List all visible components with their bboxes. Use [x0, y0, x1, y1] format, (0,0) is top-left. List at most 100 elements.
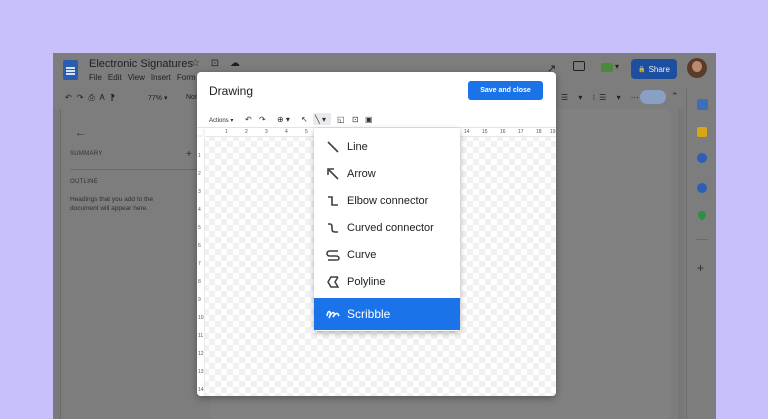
menu-view[interactable]: View	[128, 73, 145, 82]
tasks-icon[interactable]	[697, 153, 707, 163]
scribble-icon	[325, 307, 341, 321]
lock-icon: 🔒	[638, 66, 646, 73]
add-addon-icon[interactable]: +	[697, 261, 704, 275]
docs-logo-icon[interactable]	[63, 60, 78, 80]
menu-item-label: Elbow connector	[347, 194, 429, 207]
menu-item-label: Line	[347, 140, 368, 153]
ruler-tick: 3	[265, 129, 268, 135]
share-label: Share	[648, 64, 670, 74]
outline-label: OUTLINE	[70, 179, 99, 185]
style-select[interactable]: Nor	[186, 94, 197, 101]
avatar[interactable]	[687, 58, 707, 78]
outline-panel: ← SUMMARY + OUTLINE Headings that you ad…	[61, 109, 201, 419]
menu-insert[interactable]: Insert	[151, 73, 171, 82]
save-and-close-button[interactable]: Save and close	[468, 81, 543, 100]
menu-item-label: Polyline	[347, 275, 386, 288]
ruler-tick: 17	[518, 129, 524, 135]
menu-format[interactable]: Form	[177, 73, 196, 82]
ruler-tick: 5	[305, 129, 308, 135]
polyline-icon	[325, 275, 341, 289]
ruler-tick: 8	[198, 279, 201, 285]
zoom-caret-icon: ▾	[163, 95, 168, 102]
menu-item-curve[interactable]: Curve	[314, 241, 460, 268]
menu-item-polyline[interactable]: Polyline	[314, 268, 460, 295]
menu-item-line[interactable]: Line	[314, 133, 460, 160]
contacts-icon[interactable]	[697, 183, 707, 193]
ruler-tick: 15	[482, 129, 488, 135]
menu-item-elbow-connector[interactable]: Elbow connector	[314, 187, 460, 214]
document-title[interactable]: Electronic Signatures	[89, 58, 193, 70]
zoom-icon[interactable]: ⊕ ▾	[277, 115, 290, 124]
vertical-ruler	[53, 109, 61, 419]
vertical-ruler: 1 2 3 4 5 6 7 8 9 10 11 12 13 14	[197, 137, 205, 396]
meet-caret-icon[interactable]: ▾	[615, 62, 619, 71]
ruler-tick: 16	[500, 129, 506, 135]
select-icon[interactable]: ↖	[301, 115, 308, 124]
toolbar-edit-icons[interactable]: ↶↷⎙Ꭺ⁋	[65, 93, 119, 103]
menu-item-scribble[interactable]: Scribble	[314, 298, 460, 330]
ruler-tick: 7	[198, 261, 201, 267]
menu-item-label: Curved connector	[347, 221, 434, 234]
undo-icon[interactable]: ↶	[245, 115, 252, 124]
ruler-tick: 5	[198, 225, 201, 231]
ruler-tick: 11	[198, 333, 204, 339]
maps-icon[interactable]	[696, 209, 708, 221]
arrow-icon	[325, 167, 341, 181]
redo-icon[interactable]: ↷	[259, 115, 266, 124]
ruler-tick: 1	[225, 129, 228, 135]
summary-label: SUMMARY	[70, 151, 103, 157]
menu-item-label: Curve	[347, 248, 377, 261]
keep-icon[interactable]	[697, 127, 707, 137]
ruler-tick: 3	[198, 189, 201, 195]
menu-item-label: Scribble	[347, 307, 391, 321]
ruler-tick: 18	[536, 129, 542, 135]
menu-edit[interactable]: Edit	[108, 73, 122, 82]
ruler-tick: 13	[198, 369, 204, 375]
ruler-tick: 4	[198, 207, 201, 213]
menu-item-label: Arrow	[347, 167, 376, 180]
meet-icon[interactable]	[601, 63, 613, 72]
shape-icon[interactable]: ◱	[337, 115, 345, 124]
ruler-tick: 12	[198, 351, 204, 357]
elbow-connector-icon	[325, 194, 341, 208]
ruler-tick: 2	[198, 171, 201, 177]
ruler-tick: 10	[198, 315, 204, 321]
title-actions-icons[interactable]: ☆ ⊡ ☁	[191, 58, 244, 69]
ruler-tick: 1	[198, 153, 201, 159]
ruler-tick: 6	[198, 243, 201, 249]
ruler-tick: 9	[198, 297, 201, 303]
ruler-tick: 14	[464, 129, 470, 135]
dialog-title: Drawing	[209, 84, 254, 98]
collapse-menu-icon[interactable]: ⌃	[671, 91, 679, 102]
menu-item-arrow[interactable]: Arrow	[314, 160, 460, 187]
image-icon[interactable]: ▣	[365, 115, 373, 124]
zoom-select[interactable]: 77% ▾	[148, 94, 167, 102]
comment-history-icon[interactable]	[573, 61, 585, 71]
back-arrow-icon[interactable]: ←	[75, 127, 86, 139]
line-icon	[325, 140, 341, 154]
menu-item-curved-connector[interactable]: Curved connector	[314, 214, 460, 241]
scrollbar[interactable]	[678, 109, 684, 419]
line-tool-icon[interactable]: ╲ ▾	[315, 115, 326, 124]
menu-bar: File Edit View Insert Form	[89, 73, 196, 82]
ruler-tick: 2	[245, 129, 248, 135]
menu-file[interactable]: File	[89, 73, 102, 82]
drawing-toolbar: Actions ▾ ↶ ↷ ⊕ ▾ ↖ ╲ ▾ ◱ ⊡ ▣	[197, 112, 556, 128]
divider	[696, 239, 708, 240]
ruler-tick: 14	[198, 387, 204, 393]
curved-connector-icon	[325, 221, 341, 235]
side-panel: +	[686, 89, 716, 419]
curve-icon	[325, 248, 341, 262]
add-summary-icon[interactable]: +	[186, 149, 192, 160]
outline-hint: Headings that you add to the document wi…	[70, 196, 154, 212]
divider	[70, 169, 198, 170]
ruler-tick: 4	[285, 129, 288, 135]
actions-menu[interactable]: Actions ▾	[209, 117, 233, 124]
editing-mode-button[interactable]	[640, 90, 666, 104]
text-box-icon[interactable]: ⊡	[352, 115, 359, 124]
ruler-tick: 19	[550, 129, 556, 135]
toolbar-format-icons[interactable]: ☰ ▾ ⁝☰ ▾ ⋯	[561, 93, 643, 102]
line-type-menu: Line Arrow Elbow connector Curved connec…	[314, 128, 460, 331]
share-button[interactable]: 🔒 Share	[631, 59, 677, 79]
calendar-icon[interactable]	[697, 99, 708, 110]
